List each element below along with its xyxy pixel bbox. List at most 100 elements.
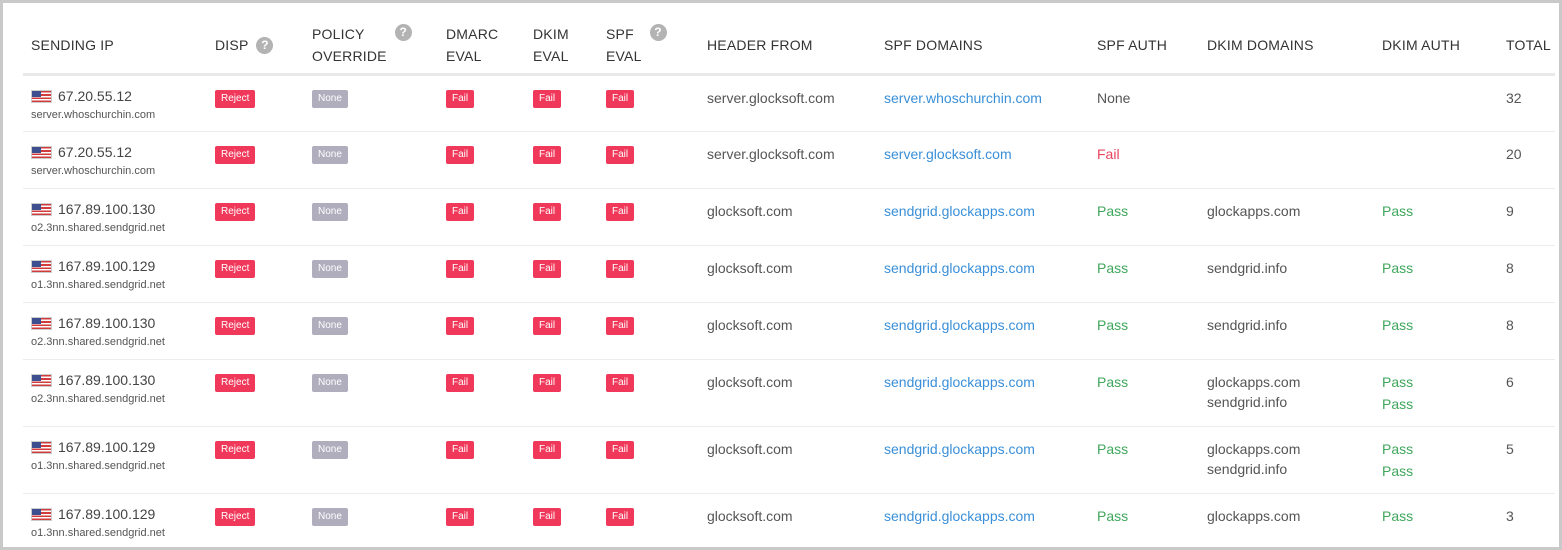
- total-count: 9: [1506, 203, 1514, 219]
- total-count: 8: [1506, 260, 1514, 276]
- header-from: server.glocksoft.com: [707, 90, 835, 106]
- question-mark-icon[interactable]: ?: [394, 24, 412, 41]
- spf-badge: Fail: [606, 317, 635, 335]
- col-header-sending-ip[interactable]: SENDING IP: [23, 17, 207, 76]
- disp-badge: Reject: [215, 90, 256, 108]
- spf-domain-link[interactable]: sendgrid.glockapps.com: [884, 372, 1089, 392]
- cell-disp: Reject: [207, 188, 304, 246]
- cell-dkim-eval: Fail: [525, 131, 598, 189]
- table-row[interactable]: 167.89.100.130 o2.3nn.shared.sendgrid.ne…: [23, 188, 1555, 246]
- spf-badge: Fail: [606, 374, 635, 392]
- dkim-domain: sendgrid.info: [1207, 260, 1288, 276]
- cell-dkim-auth: Pass: [1374, 188, 1498, 246]
- cell-policy-override: None: [304, 493, 438, 547]
- cell-header-from: glocksoft.com: [699, 188, 876, 246]
- cell-dmarc-eval: Fail: [438, 493, 525, 547]
- col-header-spf-auth[interactable]: SPF AUTH: [1089, 17, 1199, 76]
- dkim-auth-result: Pass: [1382, 508, 1414, 524]
- cell-policy-override: None: [304, 131, 438, 189]
- disp-badge: Reject: [215, 508, 256, 526]
- col-header-dkim-domains[interactable]: DKIM DOMAINS: [1199, 17, 1374, 76]
- cell-dkim-eval: Fail: [525, 359, 598, 427]
- table-row[interactable]: 167.89.100.129 o1.3nn.shared.sendgrid.ne…: [23, 426, 1555, 494]
- question-mark-icon[interactable]: ?: [649, 24, 667, 41]
- dmarc-badge: Fail: [446, 203, 475, 221]
- cell-sending-ip: 167.89.100.129 o1.3nn.shared.sendgrid.ne…: [23, 245, 207, 303]
- table-row[interactable]: 167.89.100.129 o1.3nn.shared.sendgrid.ne…: [23, 245, 1555, 303]
- cell-total: 6: [1498, 359, 1555, 427]
- total-count: 20: [1506, 146, 1522, 162]
- cell-header-from: server.glocksoft.com: [699, 74, 876, 132]
- spf-domain-link[interactable]: sendgrid.glockapps.com: [884, 315, 1089, 335]
- col-header-dkim-eval[interactable]: DKIM EVAL: [525, 17, 598, 76]
- spf-auth-result: Pass: [1097, 508, 1129, 524]
- cell-sending-ip: 167.89.100.129 o1.3nn.shared.sendgrid.ne…: [23, 426, 207, 494]
- spf-domain-link[interactable]: server.glocksoft.com: [884, 144, 1089, 164]
- sending-ip: 167.89.100.129: [58, 258, 156, 274]
- cell-dmarc-eval: Fail: [438, 426, 525, 494]
- header-from: glocksoft.com: [707, 260, 793, 276]
- table-row[interactable]: 167.89.100.130 o2.3nn.shared.sendgrid.ne…: [23, 302, 1555, 360]
- cell-header-from: glocksoft.com: [699, 426, 876, 494]
- sending-host: o2.3nn.shared.sendgrid.net: [31, 336, 165, 348]
- cell-spf-auth: Pass: [1089, 493, 1199, 547]
- col-header-policy-override[interactable]: POLICY OVERRIDE ?: [304, 17, 438, 76]
- spf-domain-link[interactable]: server.whoschurchin.com: [884, 88, 1089, 108]
- spf-auth-result: Pass: [1097, 317, 1129, 333]
- cell-dmarc-eval: Fail: [438, 302, 525, 360]
- disp-badge: Reject: [215, 374, 256, 392]
- cell-total: 9: [1498, 188, 1555, 246]
- cell-dkim-auth: Pass Pass: [1374, 359, 1498, 427]
- cell-disp: Reject: [207, 245, 304, 303]
- cell-header-from: glocksoft.com: [699, 359, 876, 427]
- cell-sending-ip: 167.89.100.130 o2.3nn.shared.sendgrid.ne…: [23, 302, 207, 360]
- table-row[interactable]: 167.89.100.129 o1.3nn.shared.sendgrid.ne…: [23, 493, 1555, 547]
- header-from: glocksoft.com: [707, 203, 793, 219]
- cell-spf-domain: sendgrid.glockapps.com: [876, 302, 1089, 360]
- cell-policy-override: None: [304, 74, 438, 132]
- table-row[interactable]: 67.20.55.12 server.whoschurchin.com Reje…: [23, 74, 1555, 132]
- report-panel: SENDING IP DISP ? POLICY OVERRIDE ? DMARC…: [0, 0, 1562, 550]
- dkim-badge: Fail: [533, 90, 562, 108]
- cell-dmarc-eval: Fail: [438, 359, 525, 427]
- cell-policy-override: None: [304, 359, 438, 427]
- cell-dkim-eval: Fail: [525, 74, 598, 132]
- cell-dkim-domains: [1199, 74, 1374, 132]
- col-header-total[interactable]: TOTAL: [1498, 17, 1555, 76]
- col-header-dmarc-eval[interactable]: DMARC EVAL: [438, 17, 525, 76]
- policy-badge: None: [312, 374, 348, 392]
- cell-spf-domain: sendgrid.glockapps.com: [876, 245, 1089, 303]
- cell-spf-domain: server.whoschurchin.com: [876, 74, 1089, 132]
- spf-badge: Fail: [606, 260, 635, 278]
- dkim-domain: glockapps.com: [1207, 374, 1301, 390]
- cell-dmarc-eval: Fail: [438, 131, 525, 189]
- dkim-domain: glockapps.com: [1207, 203, 1301, 219]
- cell-policy-override: None: [304, 426, 438, 494]
- policy-badge: None: [312, 146, 348, 164]
- dkim-auth-result: Pass: [1382, 463, 1414, 479]
- sending-host: o1.3nn.shared.sendgrid.net: [31, 527, 165, 539]
- spf-domain-link[interactable]: sendgrid.glockapps.com: [884, 439, 1089, 459]
- cell-dkim-eval: Fail: [525, 493, 598, 547]
- col-header-spf-domains[interactable]: SPF DOMAINS: [876, 17, 1089, 76]
- disp-badge: Reject: [215, 203, 256, 221]
- col-header-dkim-auth[interactable]: DKIM AUTH: [1374, 17, 1498, 76]
- col-header-spf-eval[interactable]: SPF EVAL ?: [598, 17, 699, 76]
- spf-domain-link[interactable]: sendgrid.glockapps.com: [884, 506, 1089, 526]
- cell-header-from: glocksoft.com: [699, 302, 876, 360]
- total-count: 5: [1506, 441, 1514, 457]
- dkim-domain: glockapps.com: [1207, 441, 1301, 457]
- question-mark-icon[interactable]: ?: [256, 37, 274, 54]
- us-flag-icon: [31, 202, 52, 216]
- table-header-row: SENDING IP DISP ? POLICY OVERRIDE ? DMARC…: [23, 17, 1555, 76]
- spf-domain-link[interactable]: sendgrid.glockapps.com: [884, 201, 1089, 221]
- table-row[interactable]: 67.20.55.12 server.whoschurchin.com Reje…: [23, 131, 1555, 189]
- dmarc-badge: Fail: [446, 317, 475, 335]
- spf-domain-link[interactable]: sendgrid.glockapps.com: [884, 258, 1089, 278]
- table-row[interactable]: 167.89.100.130 o2.3nn.shared.sendgrid.ne…: [23, 359, 1555, 427]
- col-header-header-from[interactable]: HEADER FROM: [699, 17, 876, 76]
- dkim-domain: sendgrid.info: [1207, 394, 1288, 410]
- cell-dkim-eval: Fail: [525, 245, 598, 303]
- disp-badge: Reject: [215, 317, 256, 335]
- col-header-disp[interactable]: DISP ?: [207, 17, 304, 76]
